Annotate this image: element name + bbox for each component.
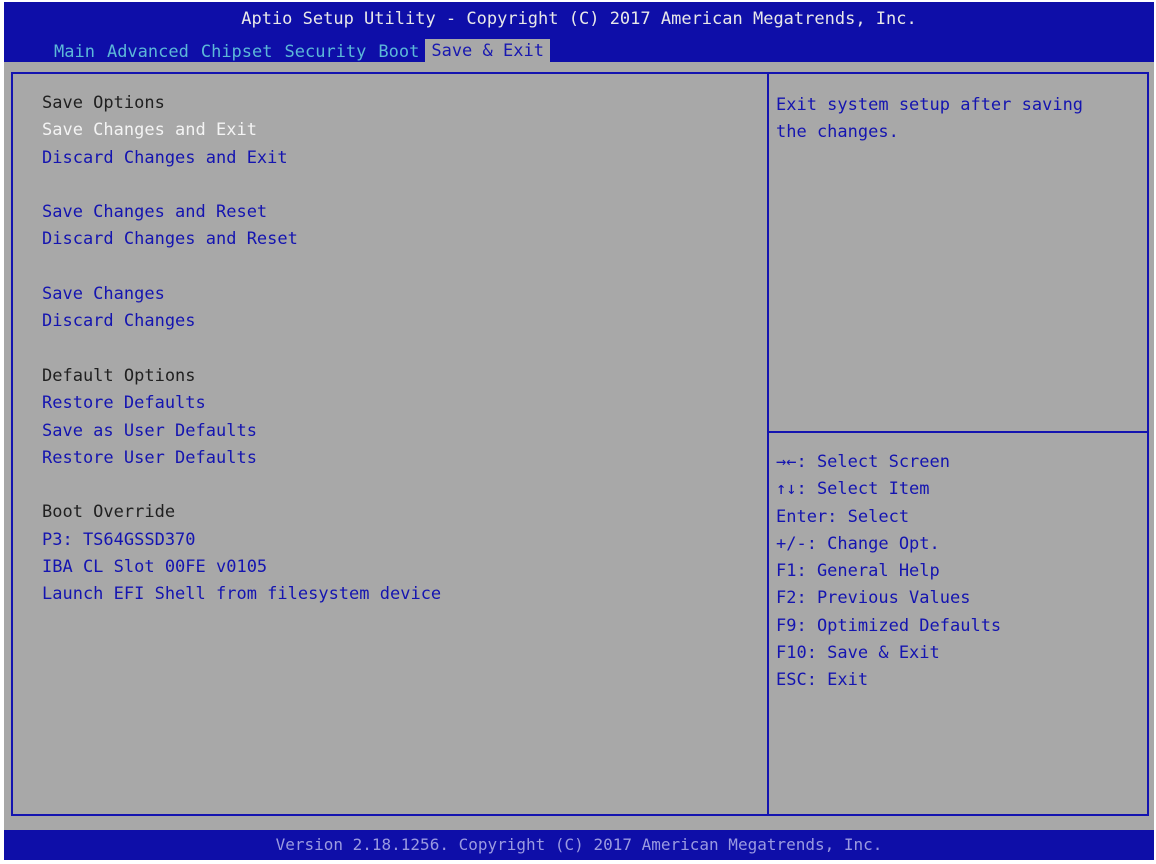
key-select-item: ↑↓: Select Item bbox=[776, 479, 930, 500]
key-general-help: F1: General Help bbox=[776, 561, 940, 582]
tab-advanced[interactable]: Advanced bbox=[101, 41, 195, 63]
key-optimized-defaults: F9: Optimized Defaults bbox=[776, 615, 1002, 636]
tab-main[interactable]: Main bbox=[48, 41, 101, 63]
help-text: Exit system setup after saving the chang… bbox=[776, 95, 1084, 142]
key-select-screen: →←: Select Screen bbox=[776, 452, 950, 472]
footer-bar: Version 2.18.1256. Copyright (C) 2017 Am… bbox=[4, 830, 1154, 860]
help-divider bbox=[769, 431, 1147, 433]
tab-bar: Main Advanced Chipset Security Boot Save… bbox=[48, 39, 550, 63]
restore-user-defaults-option[interactable]: Restore User Defaults bbox=[42, 445, 742, 472]
discard-changes-and-reset-option[interactable]: Discard Changes and Reset bbox=[42, 226, 742, 253]
key-enter-select: Enter: Select bbox=[776, 506, 910, 527]
restore-defaults-option[interactable]: Restore Defaults bbox=[42, 390, 742, 417]
bios-screen: Aptio Setup Utility - Copyright (C) 2017… bbox=[4, 2, 1154, 860]
save-as-user-defaults-option[interactable]: Save as User Defaults bbox=[42, 418, 742, 445]
utility-title: Aptio Setup Utility - Copyright (C) 2017… bbox=[241, 9, 917, 29]
save-changes-and-exit-option[interactable]: Save Changes and Exit bbox=[42, 117, 742, 144]
boot-device-ssd-option[interactable]: P3: TS64GSSD370 bbox=[42, 527, 742, 554]
discard-changes-and-exit-option[interactable]: Discard Changes and Exit bbox=[42, 145, 742, 172]
save-changes-and-reset-option[interactable]: Save Changes and Reset bbox=[42, 199, 742, 226]
key-exit: ESC: Exit bbox=[776, 670, 869, 691]
key-save-and-exit: F10: Save & Exit bbox=[776, 643, 940, 664]
discard-changes-option[interactable]: Discard Changes bbox=[42, 308, 742, 335]
key-change-opt: +/-: Change Opt. bbox=[776, 533, 940, 554]
tab-chipset[interactable]: Chipset bbox=[195, 41, 279, 63]
default-options-heading: Default Options bbox=[42, 365, 196, 386]
panel-divider bbox=[767, 72, 769, 816]
save-options-heading: Save Options bbox=[42, 93, 165, 113]
boot-device-iba-option[interactable]: IBA CL Slot 00FE v0105 bbox=[42, 554, 742, 581]
options-panel: Save Options Save Changes and Exit Disca… bbox=[42, 90, 742, 609]
tab-save-and-exit[interactable]: Save & Exit bbox=[425, 39, 550, 63]
tab-boot[interactable]: Boot bbox=[372, 41, 425, 63]
key-legend: →←: Select Screen ↑↓: Select Item Enter:… bbox=[776, 449, 1146, 695]
title-bar: Aptio Setup Utility - Copyright (C) 2017… bbox=[4, 2, 1154, 63]
boot-override-heading: Boot Override bbox=[42, 502, 176, 523]
save-changes-option[interactable]: Save Changes bbox=[42, 281, 742, 308]
version-text: Version 2.18.1256. Copyright (C) 2017 Am… bbox=[275, 835, 883, 854]
key-previous-values: F2: Previous Values bbox=[776, 588, 971, 609]
launch-efi-shell-option[interactable]: Launch EFI Shell from filesystem device bbox=[42, 581, 742, 608]
tab-security[interactable]: Security bbox=[279, 41, 373, 63]
